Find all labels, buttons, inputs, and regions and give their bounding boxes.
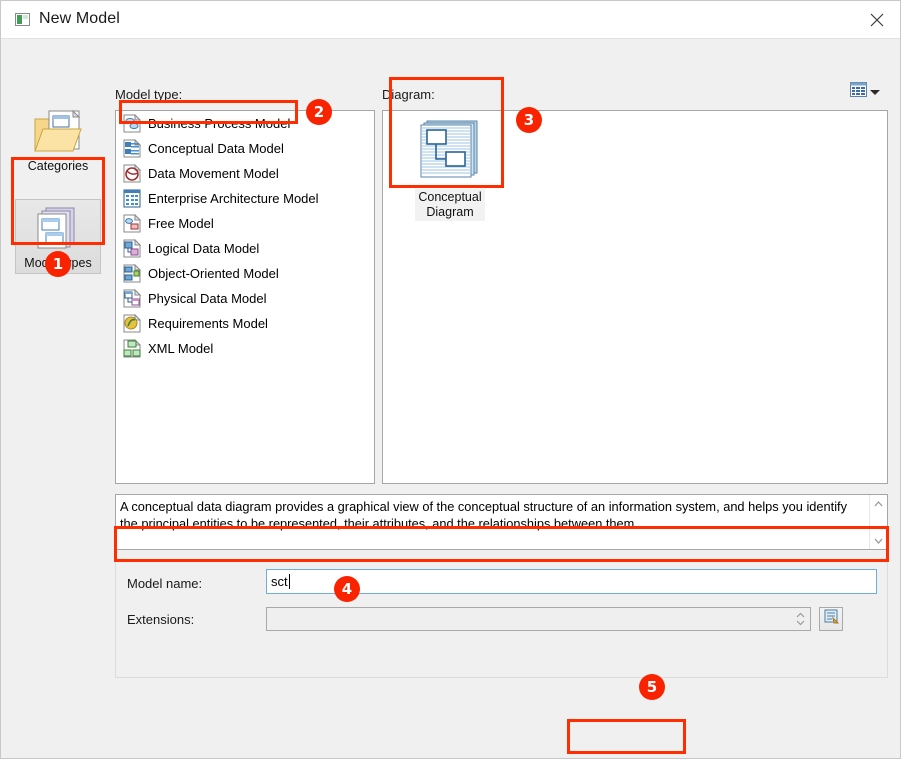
browse-extensions-button[interactable] <box>819 607 843 631</box>
list-item[interactable]: Logical Data Model <box>116 236 374 261</box>
nav-item-model-types[interactable]: Model types <box>15 199 101 274</box>
text-caret <box>289 574 290 589</box>
extensions-input[interactable] <box>266 607 811 631</box>
list-item[interactable]: Business Process Model <box>116 111 374 136</box>
diagram-panel[interactable]: ConceptualDiagram <box>382 110 888 484</box>
list-item-label: Logical Data Model <box>148 241 259 256</box>
model-name-label: Model name: <box>127 576 202 591</box>
list-item-label: Enterprise Architecture Model <box>148 191 319 206</box>
new-model-icon <box>15 13 30 26</box>
list-item[interactable]: Conceptual Data Model <box>116 136 374 161</box>
list-item-label: Business Process Model <box>148 116 290 131</box>
diagram-label: Diagram: <box>382 87 435 102</box>
list-item[interactable]: Free Model <box>116 211 374 236</box>
list-item-label: Requirements Model <box>148 316 268 331</box>
list-item[interactable]: XML Model <box>116 336 374 361</box>
requirements-model-icon <box>122 314 142 334</box>
nav-item-model-types-label: Model types <box>16 256 100 270</box>
list-view-icon <box>850 82 867 102</box>
page-title: New Model <box>39 10 120 28</box>
model-types-icon <box>16 204 100 254</box>
spinner-up-down-icon[interactable] <box>792 609 809 629</box>
xml-model-icon <box>122 339 142 359</box>
list-item[interactable]: Data Movement Model <box>116 161 374 186</box>
list-item[interactable]: Object-Oriented Model <box>116 261 374 286</box>
physical-data-model-icon <box>122 289 142 309</box>
description-scrollbar[interactable] <box>869 495 887 549</box>
folder-categories-icon <box>15 107 101 157</box>
extensions-label: Extensions: <box>127 612 194 627</box>
diagram-item-conceptual-diagram[interactable]: ConceptualDiagram <box>408 119 492 221</box>
list-item-label: Free Model <box>148 216 214 231</box>
logical-data-model-icon <box>122 239 142 259</box>
model-name-value: sct <box>271 574 288 589</box>
model-type-list[interactable]: Business Process Model Conceptual <box>115 110 375 484</box>
nav-item-categories[interactable]: Categories <box>15 107 101 173</box>
scroll-down-icon[interactable] <box>870 532 887 549</box>
model-type-label: Model type: <box>115 87 182 102</box>
list-item-label: XML Model <box>148 341 213 356</box>
close-icon[interactable] <box>853 1 900 38</box>
chevron-down-icon[interactable] <box>870 83 880 101</box>
free-model-icon <box>122 214 142 234</box>
business-process-model-icon <box>122 114 142 134</box>
list-item-label: Conceptual Data Model <box>148 141 284 156</box>
list-item[interactable]: Physical Data Model <box>116 286 374 311</box>
title-bar: New Model <box>1 1 900 39</box>
dialog-body: Categories Model types Model type: Diagr… <box>1 39 900 758</box>
list-item[interactable]: Requirements Model <box>116 311 374 336</box>
list-item[interactable]: Enterprise Architecture Model <box>116 186 374 211</box>
list-item-label: Physical Data Model <box>148 291 267 306</box>
data-movement-model-icon <box>122 164 142 184</box>
diagram-item-label: ConceptualDiagram <box>415 189 484 221</box>
description-box: A conceptual data diagram provides a gra… <box>115 494 888 550</box>
conceptual-diagram-icon <box>419 168 481 185</box>
nav-item-categories-label: Categories <box>15 159 101 173</box>
browse-extensions-icon <box>824 609 839 629</box>
object-oriented-model-icon <box>122 264 142 284</box>
model-name-input[interactable]: sct <box>266 569 877 594</box>
list-item-label: Data Movement Model <box>148 166 279 181</box>
list-item-label: Object-Oriented Model <box>148 266 279 281</box>
view-toggle-button[interactable] <box>850 82 888 101</box>
scroll-up-icon[interactable] <box>870 495 887 512</box>
enterprise-architecture-model-icon <box>122 189 142 209</box>
new-model-dialog: New Model Categories <box>0 0 901 759</box>
conceptual-data-model-icon <box>122 139 142 159</box>
description-text: A conceptual data diagram provides a gra… <box>120 498 856 532</box>
